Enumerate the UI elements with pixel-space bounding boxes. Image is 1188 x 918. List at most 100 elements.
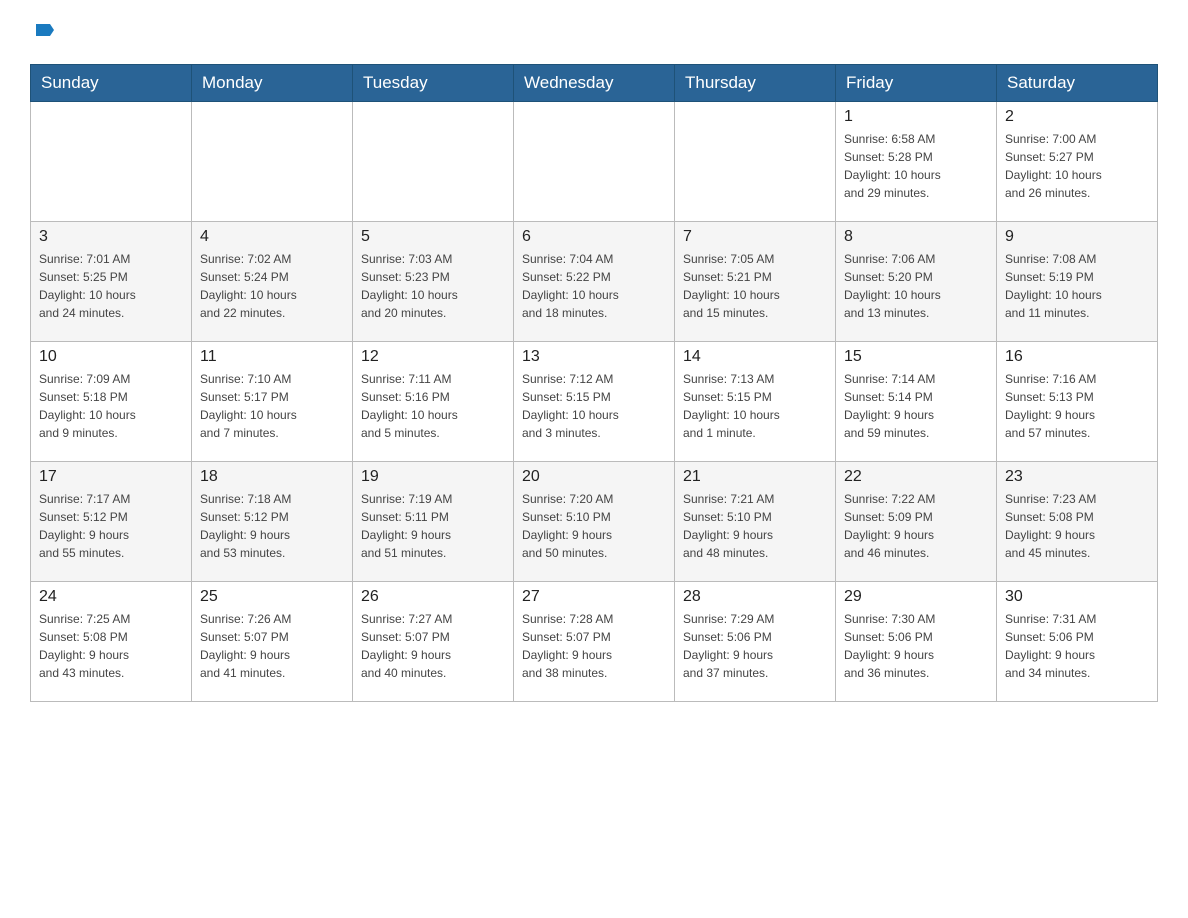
day-info: Sunrise: 7:00 AM Sunset: 5:27 PM Dayligh…	[1005, 130, 1149, 202]
day-info: Sunrise: 7:28 AM Sunset: 5:07 PM Dayligh…	[522, 610, 666, 682]
day-info: Sunrise: 7:12 AM Sunset: 5:15 PM Dayligh…	[522, 370, 666, 442]
day-info: Sunrise: 7:16 AM Sunset: 5:13 PM Dayligh…	[1005, 370, 1149, 442]
weekday-header-row: SundayMondayTuesdayWednesdayThursdayFrid…	[31, 65, 1158, 102]
day-info: Sunrise: 7:20 AM Sunset: 5:10 PM Dayligh…	[522, 490, 666, 562]
day-number: 7	[683, 228, 827, 246]
calendar-cell: 26 Sunrise: 7:27 AM Sunset: 5:07 PM Dayli…	[353, 582, 514, 702]
day-number: 6	[522, 228, 666, 246]
calendar-cell: 19Sunrise: 7:19 AM Sunset: 5:11 PM Dayli…	[353, 462, 514, 582]
weekday-header-friday: Friday	[836, 65, 997, 102]
day-number: 3	[39, 228, 183, 246]
day-info: Sunrise: 6:58 AM Sunset: 5:28 PM Dayligh…	[844, 130, 988, 202]
calendar-cell: 9 Sunrise: 7:08 AM Sunset: 5:19 PM Daylig…	[997, 222, 1158, 342]
calendar-cell	[31, 102, 192, 222]
calendar-cell: 25Sunrise: 7:26 AM Sunset: 5:07 PM Dayli…	[192, 582, 353, 702]
day-number: 23	[1005, 468, 1149, 486]
week-row-1: 1Sunrise: 6:58 AM Sunset: 5:28 PM Daylig…	[31, 102, 1158, 222]
calendar-cell	[353, 102, 514, 222]
day-number: 13	[522, 348, 666, 366]
calendar-cell: 20Sunrise: 7:20 AM Sunset: 5:10 PM Dayli…	[514, 462, 675, 582]
day-number: 8	[844, 228, 988, 246]
page-header	[30, 20, 1158, 44]
logo	[30, 20, 54, 44]
day-info: Sunrise: 7:19 AM Sunset: 5:11 PM Dayligh…	[361, 490, 505, 562]
day-info: Sunrise: 7:21 AM Sunset: 5:10 PM Dayligh…	[683, 490, 827, 562]
weekday-header-saturday: Saturday	[997, 65, 1158, 102]
calendar-cell: 18 Sunrise: 7:18 AM Sunset: 5:12 PM Dayli…	[192, 462, 353, 582]
weekday-header-thursday: Thursday	[675, 65, 836, 102]
day-number: 9	[1005, 228, 1149, 246]
calendar-cell: 14 Sunrise: 7:13 AM Sunset: 5:15 PM Dayli…	[675, 342, 836, 462]
calendar-cell: 5 Sunrise: 7:03 AM Sunset: 5:23 PM Daylig…	[353, 222, 514, 342]
day-number: 30	[1005, 588, 1149, 606]
calendar-cell: 22 Sunrise: 7:22 AM Sunset: 5:09 PM Dayli…	[836, 462, 997, 582]
calendar-cell	[675, 102, 836, 222]
day-info: Sunrise: 7:10 AM Sunset: 5:17 PM Dayligh…	[200, 370, 344, 442]
day-number: 21	[683, 468, 827, 486]
day-info: Sunrise: 7:22 AM Sunset: 5:09 PM Dayligh…	[844, 490, 988, 562]
day-number: 22	[844, 468, 988, 486]
week-row-2: 3 Sunrise: 7:01 AM Sunset: 5:25 PM Daylig…	[31, 222, 1158, 342]
calendar-cell: 27Sunrise: 7:28 AM Sunset: 5:07 PM Dayli…	[514, 582, 675, 702]
calendar-cell: 21 Sunrise: 7:21 AM Sunset: 5:10 PM Dayli…	[675, 462, 836, 582]
day-info: Sunrise: 7:08 AM Sunset: 5:19 PM Dayligh…	[1005, 250, 1149, 322]
calendar-cell: 6Sunrise: 7:04 AM Sunset: 5:22 PM Daylig…	[514, 222, 675, 342]
day-number: 24	[39, 588, 183, 606]
week-row-5: 24Sunrise: 7:25 AM Sunset: 5:08 PM Dayli…	[31, 582, 1158, 702]
calendar-cell: 7 Sunrise: 7:05 AM Sunset: 5:21 PM Daylig…	[675, 222, 836, 342]
day-number: 14	[683, 348, 827, 366]
day-info: Sunrise: 7:29 AM Sunset: 5:06 PM Dayligh…	[683, 610, 827, 682]
calendar-cell	[514, 102, 675, 222]
weekday-header-wednesday: Wednesday	[514, 65, 675, 102]
day-number: 4	[200, 228, 344, 246]
day-number: 15	[844, 348, 988, 366]
day-info: Sunrise: 7:17 AM Sunset: 5:12 PM Dayligh…	[39, 490, 183, 562]
day-number: 28	[683, 588, 827, 606]
week-row-4: 17 Sunrise: 7:17 AM Sunset: 5:12 PM Dayli…	[31, 462, 1158, 582]
day-info: Sunrise: 7:05 AM Sunset: 5:21 PM Dayligh…	[683, 250, 827, 322]
day-info: Sunrise: 7:27 AM Sunset: 5:07 PM Dayligh…	[361, 610, 505, 682]
day-number: 2	[1005, 108, 1149, 126]
day-info: Sunrise: 7:26 AM Sunset: 5:07 PM Dayligh…	[200, 610, 344, 682]
day-number: 17	[39, 468, 183, 486]
logo-flag-icon	[32, 22, 54, 44]
day-number: 11	[200, 348, 344, 366]
calendar-cell: 16 Sunrise: 7:16 AM Sunset: 5:13 PM Dayli…	[997, 342, 1158, 462]
calendar-cell: 28 Sunrise: 7:29 AM Sunset: 5:06 PM Dayli…	[675, 582, 836, 702]
calendar-cell: 8 Sunrise: 7:06 AM Sunset: 5:20 PM Daylig…	[836, 222, 997, 342]
day-info: Sunrise: 7:30 AM Sunset: 5:06 PM Dayligh…	[844, 610, 988, 682]
day-info: Sunrise: 7:18 AM Sunset: 5:12 PM Dayligh…	[200, 490, 344, 562]
calendar-cell: 11 Sunrise: 7:10 AM Sunset: 5:17 PM Dayli…	[192, 342, 353, 462]
calendar-cell: 4 Sunrise: 7:02 AM Sunset: 5:24 PM Daylig…	[192, 222, 353, 342]
weekday-header-sunday: Sunday	[31, 65, 192, 102]
day-info: Sunrise: 7:31 AM Sunset: 5:06 PM Dayligh…	[1005, 610, 1149, 682]
calendar-cell: 17 Sunrise: 7:17 AM Sunset: 5:12 PM Dayli…	[31, 462, 192, 582]
day-number: 5	[361, 228, 505, 246]
day-info: Sunrise: 7:11 AM Sunset: 5:16 PM Dayligh…	[361, 370, 505, 442]
week-row-3: 10 Sunrise: 7:09 AM Sunset: 5:18 PM Dayli…	[31, 342, 1158, 462]
calendar-cell: 15 Sunrise: 7:14 AM Sunset: 5:14 PM Dayli…	[836, 342, 997, 462]
calendar-cell: 2 Sunrise: 7:00 AM Sunset: 5:27 PM Daylig…	[997, 102, 1158, 222]
calendar-cell: 10 Sunrise: 7:09 AM Sunset: 5:18 PM Dayli…	[31, 342, 192, 462]
calendar-cell: 30 Sunrise: 7:31 AM Sunset: 5:06 PM Dayli…	[997, 582, 1158, 702]
day-info: Sunrise: 7:01 AM Sunset: 5:25 PM Dayligh…	[39, 250, 183, 322]
calendar-table: SundayMondayTuesdayWednesdayThursdayFrid…	[30, 64, 1158, 702]
day-info: Sunrise: 7:14 AM Sunset: 5:14 PM Dayligh…	[844, 370, 988, 442]
day-number: 26	[361, 588, 505, 606]
day-number: 12	[361, 348, 505, 366]
calendar-cell: 12 Sunrise: 7:11 AM Sunset: 5:16 PM Dayli…	[353, 342, 514, 462]
calendar-cell: 24Sunrise: 7:25 AM Sunset: 5:08 PM Dayli…	[31, 582, 192, 702]
day-number: 29	[844, 588, 988, 606]
day-info: Sunrise: 7:02 AM Sunset: 5:24 PM Dayligh…	[200, 250, 344, 322]
calendar-cell: 29 Sunrise: 7:30 AM Sunset: 5:06 PM Dayli…	[836, 582, 997, 702]
day-info: Sunrise: 7:03 AM Sunset: 5:23 PM Dayligh…	[361, 250, 505, 322]
day-number: 16	[1005, 348, 1149, 366]
weekday-header-monday: Monday	[192, 65, 353, 102]
day-info: Sunrise: 7:13 AM Sunset: 5:15 PM Dayligh…	[683, 370, 827, 442]
day-info: Sunrise: 7:09 AM Sunset: 5:18 PM Dayligh…	[39, 370, 183, 442]
day-number: 10	[39, 348, 183, 366]
calendar-cell: 23 Sunrise: 7:23 AM Sunset: 5:08 PM Dayli…	[997, 462, 1158, 582]
day-info: Sunrise: 7:06 AM Sunset: 5:20 PM Dayligh…	[844, 250, 988, 322]
day-info: Sunrise: 7:23 AM Sunset: 5:08 PM Dayligh…	[1005, 490, 1149, 562]
day-number: 18	[200, 468, 344, 486]
